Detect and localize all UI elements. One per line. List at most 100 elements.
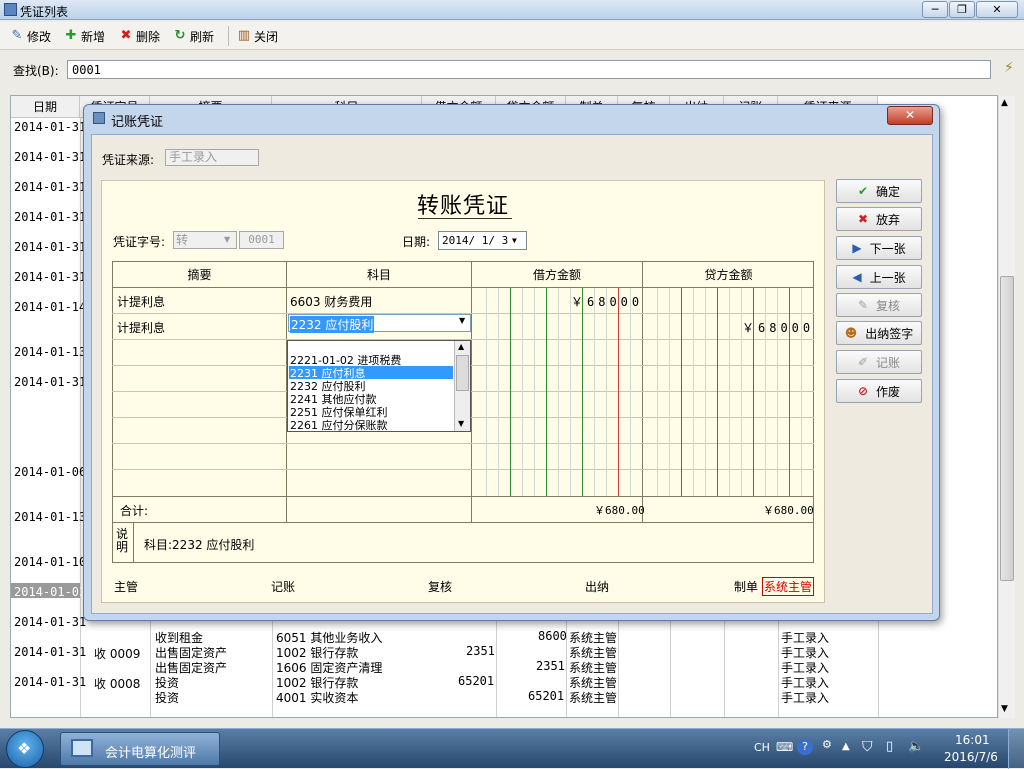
- clock-time[interactable]: 16:01: [955, 733, 990, 747]
- device-icon[interactable]: ▯: [886, 739, 893, 754]
- discard-button[interactable]: ✖ 放弃: [836, 207, 922, 231]
- digit-line: [630, 288, 631, 496]
- row-date: 2014-01-31: [14, 645, 87, 659]
- ime-options-icon[interactable]: ⚙: [822, 738, 832, 751]
- cashier-sign-button[interactable]: ☻ 出纳签字: [836, 321, 922, 345]
- dropdown-down-arrow-icon[interactable]: ▼: [458, 419, 464, 428]
- scroll-up-arrow-icon[interactable]: ▲: [1001, 98, 1008, 108]
- account-combobox-value[interactable]: 2232 应付股利: [290, 316, 375, 333]
- dialog-title: 记账凭证: [111, 115, 164, 130]
- entry-summary[interactable]: 计提利息: [117, 319, 165, 336]
- digit-line: [705, 288, 706, 496]
- dropdown-scrollbar[interactable]: ▲ ▼: [454, 341, 470, 431]
- note-text: 科目:2232 应付股利: [144, 538, 255, 552]
- digit-line: [669, 288, 670, 496]
- footer-posting-label: 记账: [271, 580, 296, 594]
- voucher-title: 转账凭证: [416, 194, 509, 219]
- start-button[interactable]: ❖: [6, 730, 44, 768]
- note-divider: [133, 522, 134, 563]
- row-date: 2014-01-31: [14, 270, 87, 284]
- volume-icon[interactable]: 🔈: [908, 739, 924, 754]
- prev-voucher-button[interactable]: ◀ 上一张: [836, 265, 922, 289]
- entry-credit[interactable]: ￥68000: [742, 319, 814, 336]
- add-button[interactable]: ✚ 新增: [64, 27, 105, 45]
- maximize-button[interactable]: ❐: [949, 1, 975, 18]
- dropdown-up-arrow-icon[interactable]: ▲: [458, 342, 464, 351]
- dialog-close-button[interactable]: ✕: [887, 106, 933, 125]
- review-button[interactable]: ✎ 复核: [836, 293, 922, 317]
- sign-icon: ☻: [844, 326, 858, 340]
- security-shield-icon[interactable]: ⛉: [862, 739, 873, 755]
- minimize-button[interactable]: ─: [922, 1, 948, 18]
- search-label: 查找(B):: [13, 64, 59, 78]
- digit-line-green: [510, 288, 511, 496]
- row-credit: 2351: [536, 659, 565, 673]
- next-icon: ▶: [852, 241, 862, 255]
- close-window-button[interactable]: ✕: [976, 1, 1018, 18]
- void-button[interactable]: ⊘ 作废: [836, 379, 922, 403]
- footer-review-label: 复核: [428, 580, 453, 594]
- dropdown-arrow-icon: ▼: [224, 235, 231, 244]
- dialog-app-icon: [93, 112, 105, 124]
- taskbar-app-button[interactable]: 会计电算化测评: [60, 732, 220, 766]
- post-icon: ✐: [857, 355, 869, 369]
- footer-maker-label: 制单: [734, 580, 759, 594]
- row-date: 2014-01-13: [14, 345, 87, 359]
- help-icon[interactable]: ?: [797, 739, 813, 755]
- digit-line-red: [618, 288, 619, 496]
- row-summary: 投资: [155, 691, 180, 705]
- tray-expand-icon[interactable]: ▲: [842, 741, 850, 752]
- entry-table-header-line: [112, 287, 814, 288]
- digit-line: [534, 288, 535, 496]
- column-header-date[interactable]: 日期: [11, 96, 80, 118]
- row-source: 手工录入: [781, 691, 830, 705]
- confirm-button[interactable]: ✔ 确定: [836, 179, 922, 203]
- taskbar-app-label: 会计电算化测评: [105, 746, 197, 761]
- note-label: 说明: [116, 527, 129, 554]
- edit-button[interactable]: ✎ 修改: [10, 27, 51, 45]
- entry-debit[interactable]: ￥68000: [571, 293, 643, 310]
- digit-line-green: [717, 288, 718, 496]
- account-dropdown-list[interactable]: ▲ ▼ 2221-01-02 进项税费 2231 应付利息 2232 应付股利 …: [287, 340, 471, 432]
- delete-button[interactable]: ✖ 删除: [119, 27, 160, 45]
- entry-table-total-line: [112, 496, 814, 497]
- voucher-word-select: 转 ▼: [173, 231, 237, 249]
- date-picker[interactable]: 2014/ 1/ 3 ▼: [438, 231, 527, 250]
- scroll-thumb[interactable]: [1000, 276, 1014, 581]
- account-combobox[interactable]: 2232 应付股利 ▼: [288, 314, 471, 333]
- plus-icon: ✚: [65, 28, 77, 43]
- row-date: 2014-01-31: [14, 180, 87, 194]
- post-button[interactable]: ✐ 记账: [836, 350, 922, 374]
- combobox-arrow-icon[interactable]: ▼: [459, 316, 465, 325]
- date-dropdown-arrow-icon[interactable]: ▼: [512, 232, 517, 249]
- close-book-icon: ▥: [237, 28, 251, 43]
- grid-scrollbar[interactable]: ▲ ▼: [998, 96, 1015, 718]
- title-underline: [418, 218, 512, 219]
- next-voucher-button[interactable]: ▶ 下一张: [836, 236, 922, 260]
- row-date: 2014-01-31: [14, 375, 87, 389]
- row-date: 2014-01-13: [14, 510, 87, 524]
- scroll-down-arrow-icon[interactable]: ▼: [1001, 704, 1008, 714]
- row-date: 2014-01-31: [14, 240, 87, 254]
- digit-line: [522, 288, 523, 496]
- keyboard-icon[interactable]: ⌨: [776, 740, 793, 754]
- row-credit: 65201: [528, 689, 565, 703]
- dropdown-option[interactable]: 2261 应付分保账款: [290, 417, 388, 433]
- refresh-button[interactable]: ↻ 刷新: [173, 27, 214, 45]
- row-date-selected[interactable]: 2014-01-03: [14, 585, 86, 599]
- entry-account[interactable]: 6603 财务费用: [290, 293, 372, 310]
- clock-date[interactable]: 2016/7/6: [944, 750, 998, 764]
- total-label: 合计:: [120, 504, 149, 518]
- search-input[interactable]: [67, 60, 991, 79]
- filter-icon[interactable]: ⚡: [1004, 60, 1014, 76]
- digit-line-green: [681, 288, 682, 496]
- entry-summary[interactable]: 计提利息: [117, 293, 165, 310]
- language-indicator[interactable]: CH: [754, 741, 770, 754]
- digit-line: [729, 288, 730, 496]
- row-maker: 系统主管: [569, 691, 618, 705]
- dropdown-scroll-thumb[interactable]: [456, 355, 469, 391]
- show-desktop-button[interactable]: [1008, 729, 1024, 769]
- close-button[interactable]: ▥ 关闭: [237, 27, 278, 45]
- row-date: 2014-01-31: [14, 675, 87, 689]
- windows-logo-icon: ❖: [17, 739, 32, 758]
